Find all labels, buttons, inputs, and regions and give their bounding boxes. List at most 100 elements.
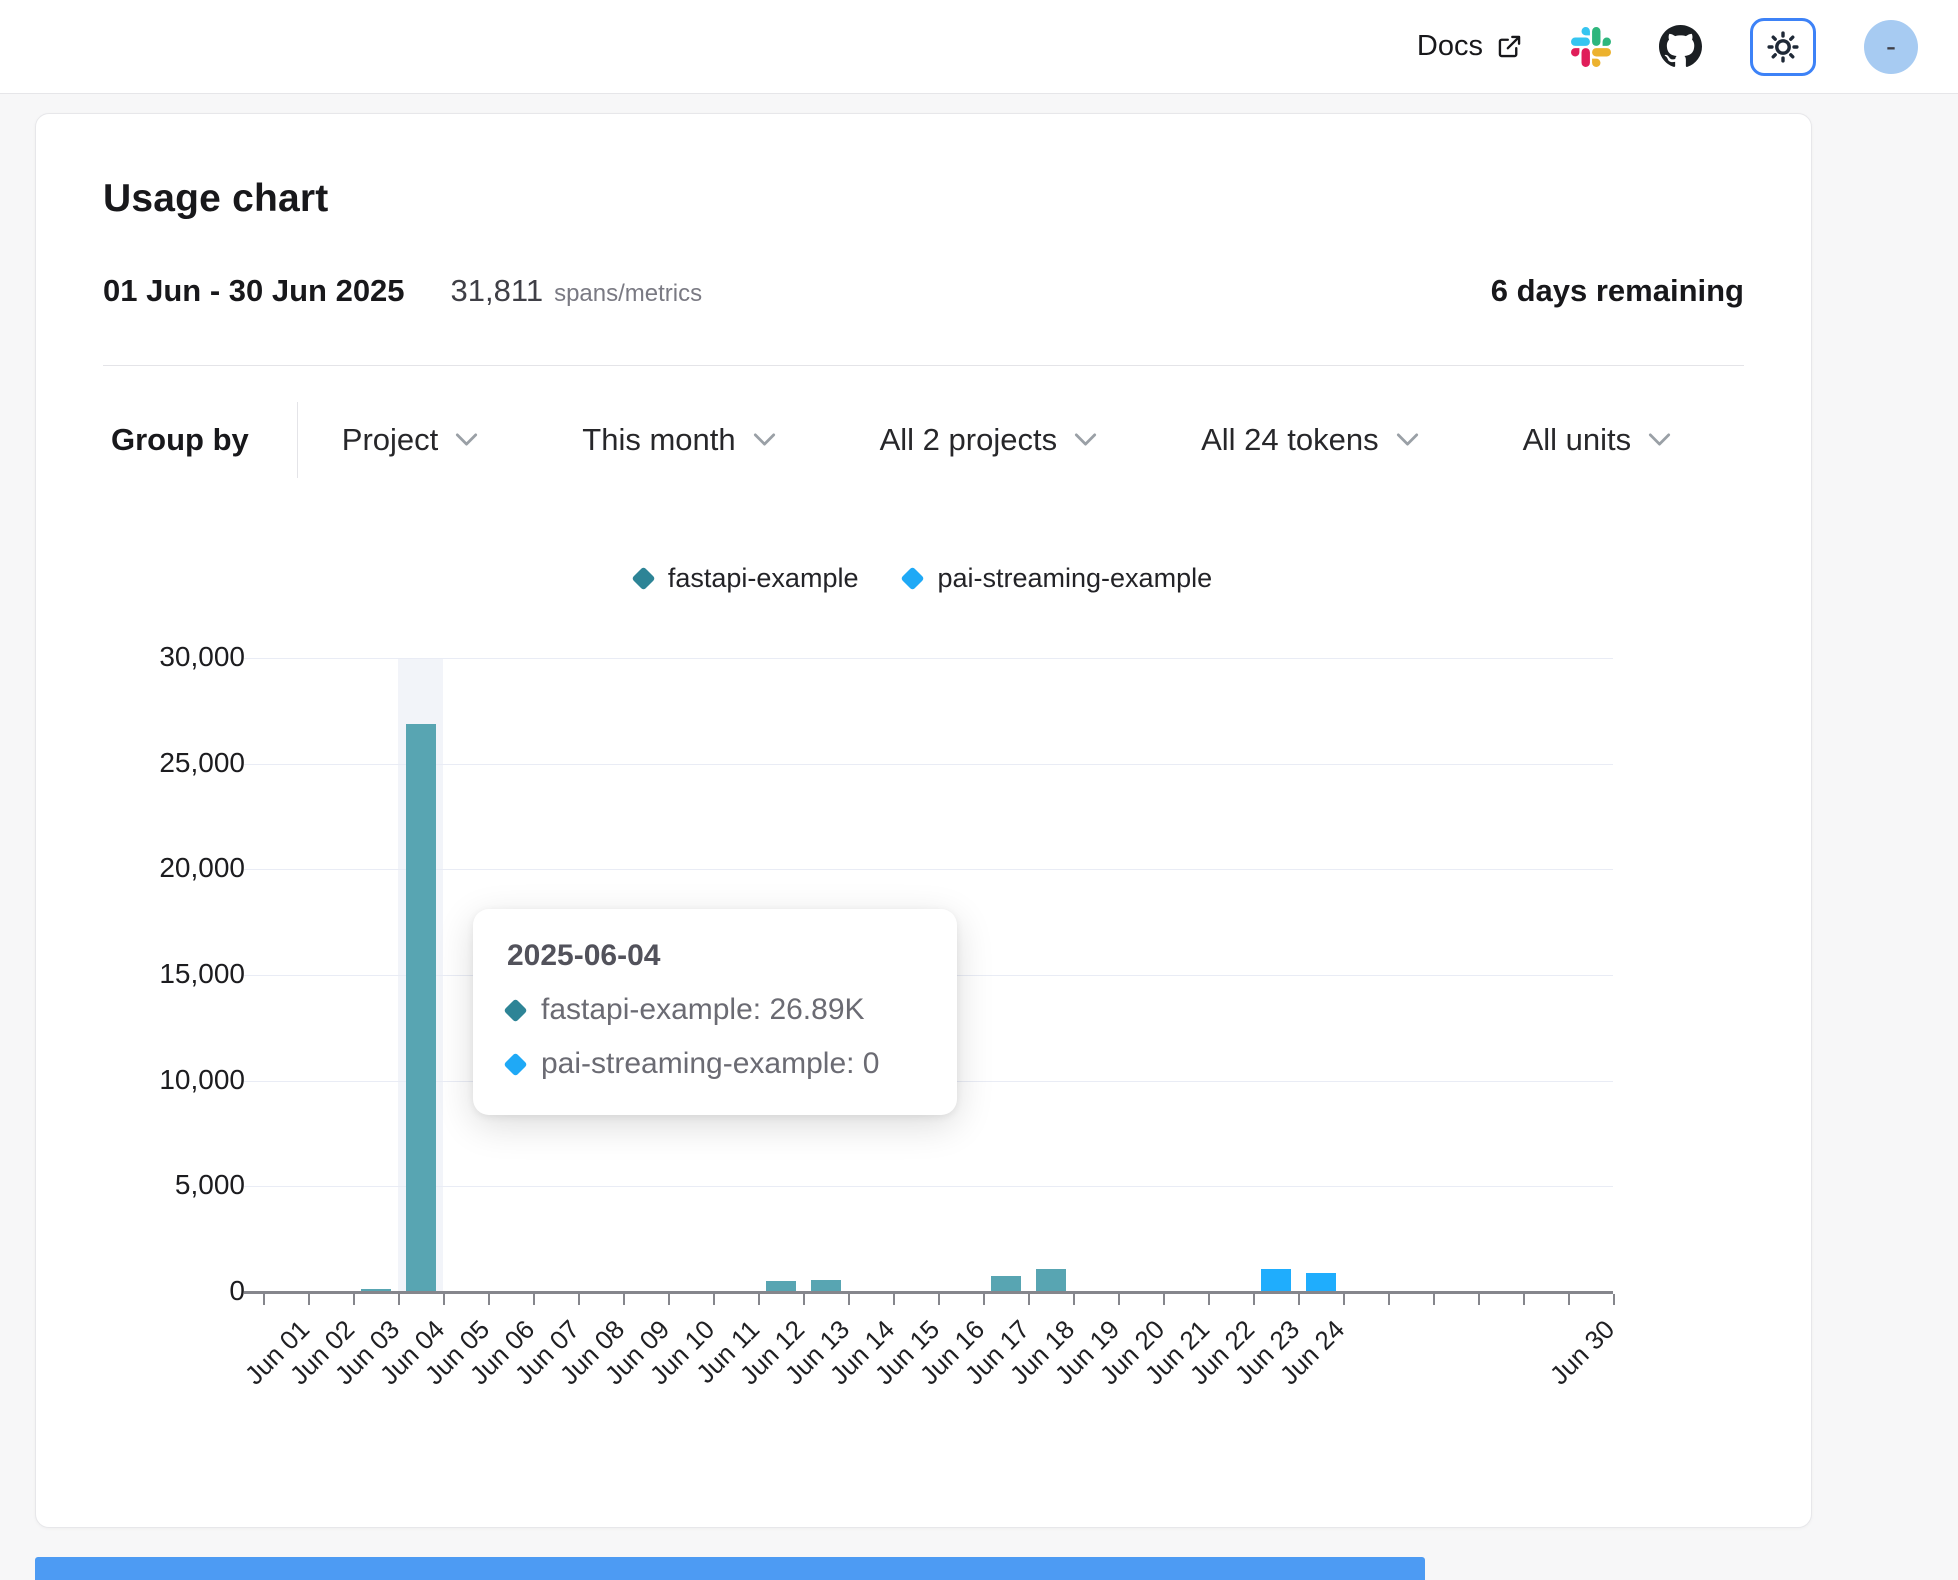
page-title: Usage chart: [103, 176, 1744, 223]
diamond-marker-icon: [631, 567, 655, 591]
x-axis-tick: [1433, 1294, 1435, 1305]
github-icon: [1659, 25, 1702, 68]
tooltip-row-text: pai-streaming-example: 0: [541, 1047, 879, 1081]
y-axis-label: 10,000: [103, 1064, 245, 1096]
tooltip-row-pai-streaming-example: pai-streaming-example: 0: [507, 1047, 923, 1081]
chevron-down-icon: [1648, 432, 1671, 447]
y-axis-label: 25,000: [103, 747, 245, 779]
x-axis-tick: [668, 1294, 670, 1305]
avatar[interactable]: -: [1864, 20, 1918, 74]
top-bar: Docs: [0, 0, 1958, 94]
dropdown-label: All units: [1523, 422, 1632, 458]
x-axis-tick: [1478, 1294, 1480, 1305]
github-link[interactable]: [1659, 25, 1702, 68]
y-axis-label: 30,000: [103, 641, 245, 673]
legend-label: pai-streaming-example: [937, 563, 1212, 594]
filter-row: Group by ProjectThis monthAll 2 projects…: [103, 402, 1744, 478]
usage-meta-row: 01 Jun - 30 Jun 2025 31,811 spans/metric…: [103, 273, 1744, 309]
docs-label: Docs: [1417, 30, 1483, 63]
bar-pai-streaming-example-jun-24[interactable]: [1306, 1273, 1336, 1292]
days-remaining: 6 days remaining: [1491, 273, 1744, 309]
gridline: [244, 658, 1613, 659]
x-axis-tick: [1298, 1294, 1300, 1305]
x-axis-tick: [713, 1294, 715, 1305]
tooltip-row-text: fastapi-example: 26.89K: [541, 993, 865, 1027]
usage-progress-bar: [35, 1557, 1425, 1580]
tooltip-date: 2025-06-04: [507, 939, 923, 973]
x-axis-tick: [1388, 1294, 1390, 1305]
chart-legend: fastapi-example pai-streaming-example: [103, 562, 1744, 596]
x-axis-tick: [263, 1294, 265, 1305]
x-axis-tick: [443, 1294, 445, 1305]
filter-projects[interactable]: All 2 projects: [880, 422, 1097, 458]
x-axis-tick: [1073, 1294, 1075, 1305]
gridline: [244, 764, 1613, 765]
x-axis-tick: [1208, 1294, 1210, 1305]
x-axis-tick: [623, 1294, 625, 1305]
dropdown-label: All 2 projects: [880, 422, 1057, 458]
external-link-icon: [1496, 33, 1523, 60]
bar-fastapi-example-jun-18[interactable]: [1036, 1269, 1066, 1292]
diamond-marker-icon: [503, 998, 527, 1022]
x-axis-line: [244, 1291, 1613, 1294]
dropdown-label: Project: [342, 422, 438, 458]
x-axis-tick: [758, 1294, 760, 1305]
usage-bar-chart: 2025-06-04 fastapi-example: 26.89K pai-st…: [103, 614, 1746, 1474]
chart-tooltip: 2025-06-04 fastapi-example: 26.89K pai-st…: [473, 909, 957, 1115]
x-axis-tick: [848, 1294, 850, 1305]
gridline: [244, 869, 1613, 870]
chevron-down-icon: [1396, 432, 1419, 447]
x-axis-tick: [398, 1294, 400, 1305]
x-axis-tick: [1568, 1294, 1570, 1305]
chevron-down-icon: [1074, 432, 1097, 447]
x-axis-tick: [893, 1294, 895, 1305]
slack-link[interactable]: [1571, 27, 1611, 67]
dropdown-label: All 24 tokens: [1201, 422, 1379, 458]
slack-icon: [1571, 27, 1611, 67]
x-axis-tick: [938, 1294, 940, 1305]
filter-group-by-value[interactable]: Project: [342, 422, 478, 458]
vertical-divider: [297, 402, 298, 478]
x-axis-tick: [983, 1294, 985, 1305]
dropdown-label: This month: [582, 422, 735, 458]
sun-icon: [1766, 30, 1800, 64]
x-axis-tick: [1163, 1294, 1165, 1305]
legend-item-pai-streaming-example[interactable]: pai-streaming-example: [904, 563, 1212, 594]
x-axis-tick: [1523, 1294, 1525, 1305]
chevron-down-icon: [455, 432, 478, 447]
x-axis-label: Jun 30: [1543, 1314, 1620, 1391]
x-axis-tick: [1028, 1294, 1030, 1305]
y-axis-label: 15,000: [103, 958, 245, 990]
filter-units[interactable]: All units: [1523, 422, 1672, 458]
x-axis-tick: [308, 1294, 310, 1305]
bar-fastapi-example-jun-17[interactable]: [991, 1276, 1021, 1292]
x-axis-tick: [578, 1294, 580, 1305]
y-axis-label: 20,000: [103, 852, 245, 884]
x-axis-tick: [353, 1294, 355, 1305]
date-range: 01 Jun - 30 Jun 2025: [103, 273, 405, 309]
docs-link[interactable]: Docs: [1417, 30, 1523, 63]
theme-toggle-button[interactable]: [1750, 18, 1816, 76]
diamond-marker-icon: [901, 567, 925, 591]
x-axis-tick: [488, 1294, 490, 1305]
gridline: [244, 1186, 1613, 1187]
total-unit: spans/metrics: [554, 280, 702, 308]
filter-time-range[interactable]: This month: [582, 422, 775, 458]
usage-chart-card: Usage chart 01 Jun - 30 Jun 2025 31,811 …: [35, 113, 1812, 1528]
y-axis-label: 5,000: [103, 1169, 245, 1201]
y-axis-label: 0: [103, 1275, 245, 1307]
x-axis-tick: [1343, 1294, 1345, 1305]
x-axis-tick: [1118, 1294, 1120, 1305]
bar-pai-streaming-example-jun-23[interactable]: [1261, 1269, 1291, 1292]
tooltip-row-fastapi-example: fastapi-example: 26.89K: [507, 993, 923, 1027]
x-axis-tick: [803, 1294, 805, 1305]
filter-tokens[interactable]: All 24 tokens: [1201, 422, 1419, 458]
bar-fastapi-example-jun-04[interactable]: [406, 724, 436, 1292]
legend-label: fastapi-example: [668, 563, 859, 594]
legend-item-fastapi-example[interactable]: fastapi-example: [635, 563, 859, 594]
divider: [103, 365, 1744, 366]
x-axis-tick: [1253, 1294, 1255, 1305]
total-count: 31,811: [451, 273, 544, 309]
chevron-down-icon: [753, 432, 776, 447]
x-axis-tick: [533, 1294, 535, 1305]
